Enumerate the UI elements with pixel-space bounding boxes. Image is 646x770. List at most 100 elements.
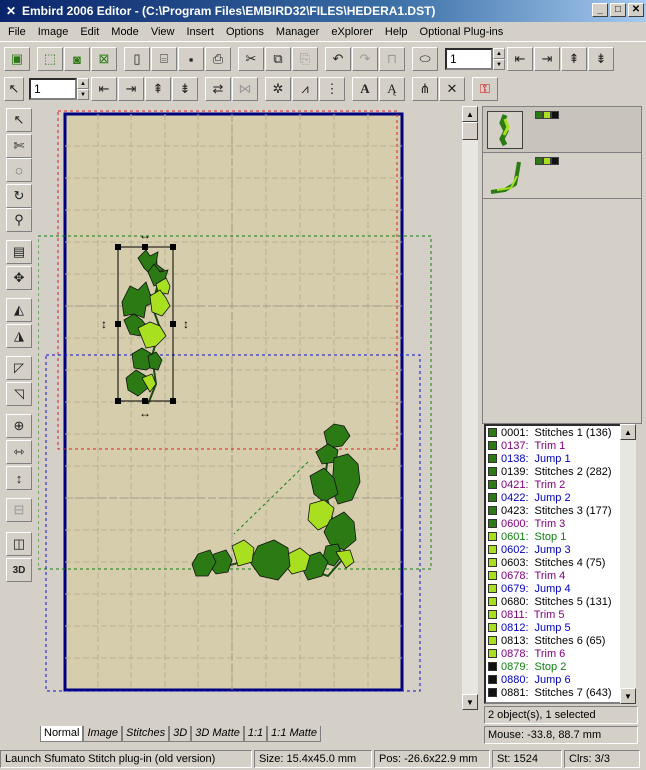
color-list-item[interactable]: 0813: Stitches 6 (65) — [486, 634, 634, 647]
camera-stitch-icon[interactable]: ◙ — [64, 47, 90, 71]
color-list-item[interactable]: 0812: Jump 5 — [486, 621, 634, 634]
stitch-spinner[interactable]: 1 ▲ ▼ — [445, 48, 505, 70]
step-forward-icon[interactable]: ⇥ — [534, 47, 560, 71]
color-list-item[interactable]: 0881: Stitches 7 (643) — [486, 686, 634, 699]
color-scroll-down-icon[interactable]: ▼ — [620, 688, 636, 704]
color-list-item[interactable]: 0001: Stitches 1 (136) — [486, 426, 634, 439]
color-list-item[interactable]: 0603: Stitches 4 (75) — [486, 556, 634, 569]
up-icon[interactable]: ⇞ — [145, 77, 171, 101]
center-horizontal-icon[interactable]: ⇿ — [6, 440, 32, 464]
color-scroll-up-icon[interactable]: ▲ — [620, 424, 636, 440]
scroll-thumb[interactable] — [462, 122, 478, 140]
color-list-item[interactable]: 0602: Jump 3 — [486, 543, 634, 556]
color-list-item[interactable]: 0680: Stitches 5 (131) — [486, 595, 634, 608]
cut-icon[interactable]: ✂ — [238, 47, 264, 71]
3d-icon[interactable]: 3D — [6, 558, 32, 582]
save-icon[interactable]: ▪ — [178, 47, 204, 71]
center-icon[interactable]: ⊕ — [6, 414, 32, 438]
resize-handle-right-icon[interactable]: ↕ — [183, 317, 189, 331]
color-list-scrollbar[interactable]: ▲ ▼ — [620, 424, 636, 704]
branch-icon[interactable]: ⋔ — [412, 77, 438, 101]
spin-down-icon[interactable]: ▼ — [493, 59, 505, 70]
color-list-item[interactable]: 0421: Trim 2 — [486, 478, 634, 491]
menu-help[interactable]: Help — [379, 26, 414, 38]
color-list-item[interactable]: 0137: Trim 1 — [486, 439, 634, 452]
menu-manager[interactable]: Manager — [270, 26, 325, 38]
rotate-left-icon[interactable]: ◸ — [6, 356, 32, 380]
redo-icon[interactable]: ↷ — [352, 47, 378, 71]
close-button[interactable]: ✕ — [628, 3, 644, 17]
menu-insert[interactable]: Insert — [180, 26, 220, 38]
color-list-item[interactable]: 0879: Stop 2 — [486, 660, 634, 673]
key-icon[interactable]: ⚿ — [472, 77, 498, 101]
new-file-icon[interactable]: ▯ — [124, 47, 150, 71]
first-icon[interactable]: ⇤ — [91, 77, 117, 101]
scissors-cross-icon[interactable]: ✕ — [439, 77, 465, 101]
menu-options[interactable]: Options — [220, 26, 270, 38]
minimize-button[interactable]: _ — [592, 3, 608, 17]
zoom-icon[interactable]: ⚲ — [6, 208, 32, 232]
density-icon[interactable]: ⋮ — [319, 77, 345, 101]
page-icon[interactable]: ▤ — [6, 240, 32, 264]
move-icon[interactable]: ✥ — [6, 266, 32, 290]
tab-image[interactable]: Image — [83, 726, 123, 742]
color-spinner-value[interactable]: 1 — [29, 78, 77, 100]
print-icon[interactable]: ⎙ — [205, 47, 231, 71]
color-list-item[interactable]: 0880: Jump 6 — [486, 673, 634, 686]
green-stitch-icon[interactable]: ▣ — [4, 47, 30, 71]
color-list-item[interactable]: 0678: Trim 4 — [486, 569, 634, 582]
menu-file[interactable]: File — [2, 26, 32, 38]
hoop-view-icon[interactable]: ◫ — [6, 532, 32, 556]
maximize-button[interactable]: □ — [610, 3, 626, 17]
rotate-icon[interactable]: ↻ — [6, 184, 32, 208]
color-spinner[interactable]: 1 ▲ ▼ — [29, 78, 89, 100]
rotate-right-icon[interactable]: ◹ — [6, 382, 32, 406]
object-item-2[interactable] — [483, 153, 641, 199]
tab-3d[interactable]: 3D — [169, 726, 192, 742]
step-back-icon[interactable]: ⇤ — [507, 47, 533, 71]
tab-stitches[interactable]: Stitches — [122, 726, 170, 742]
spin2-up-icon[interactable]: ▲ — [77, 78, 89, 89]
menu-optional-plugins[interactable]: Optional Plug-ins — [414, 26, 510, 38]
color-list-item[interactable]: 0600: Trim 3 — [486, 517, 634, 530]
copy-icon[interactable]: ⧉ — [265, 47, 291, 71]
tab-1-1[interactable]: 1:1 — [243, 726, 268, 742]
select-stitch-icon[interactable]: ⬚ — [37, 47, 63, 71]
text-edit-icon[interactable]: Ą — [379, 77, 405, 101]
color-list-item[interactable]: 0138: Jump 1 — [486, 452, 634, 465]
menu-mode[interactable]: Mode — [105, 26, 145, 38]
resize-handle-left-icon[interactable]: ↕ — [101, 317, 107, 331]
resize-handle-top-icon[interactable]: ↔ — [139, 228, 151, 242]
resize-handle-bottom-icon[interactable]: ↔ — [139, 406, 151, 420]
open-file-icon[interactable]: ⌸ — [151, 47, 177, 71]
zigzag-icon[interactable]: ⩘ — [292, 77, 318, 101]
lasso-icon[interactable]: ✄ — [6, 134, 32, 158]
pointer-icon[interactable]: ↖ — [6, 108, 32, 132]
color-sequence-list[interactable]: 0001: Stitches 1 (136) 0137: Trim 1 0138: Jum… — [484, 424, 636, 704]
step-end-icon[interactable]: ⇟ — [588, 47, 614, 71]
menu-image[interactable]: Image — [32, 26, 75, 38]
undo-icon[interactable]: ↶ — [325, 47, 351, 71]
color-list-item[interactable]: 0601: Stop 1 — [486, 530, 634, 543]
hoop-icon[interactable]: ⬭ — [412, 47, 438, 71]
step-up-icon[interactable]: ⇞ — [561, 47, 587, 71]
tab-1-1-matte[interactable]: 1:1 Matte — [267, 726, 322, 742]
spin-up-icon[interactable]: ▲ — [493, 48, 505, 59]
sequence-icon[interactable]: ⇄ — [205, 77, 231, 101]
color-list-item[interactable]: 0811: Trim 5 — [486, 608, 634, 621]
color-list-item[interactable]: 0878: Trim 6 — [486, 647, 634, 660]
canvas-vertical-scrollbar[interactable]: ▲ ▼ — [462, 106, 478, 710]
design-canvas[interactable]: ↔ ↔ ↕ ↕ — [38, 106, 462, 722]
object-item-1[interactable] — [483, 107, 641, 153]
scroll-down-icon[interactable]: ▼ — [462, 694, 478, 710]
tab-3d-matte[interactable]: 3D Matte — [191, 726, 244, 742]
tab-normal[interactable]: Normal — [40, 726, 84, 742]
color-list-item[interactable]: 0679: Jump 4 — [486, 582, 634, 595]
mirror-vertical-icon[interactable]: ◮ — [6, 324, 32, 348]
delete-stitch-icon[interactable]: ⊠ — [91, 47, 117, 71]
pointer-small-icon[interactable]: ↖ — [4, 77, 24, 101]
menu-explorer[interactable]: eXplorer — [325, 26, 379, 38]
merge-icon[interactable]: ⊓ — [379, 47, 405, 71]
scroll-up-icon[interactable]: ▲ — [462, 106, 478, 122]
spinner-value[interactable]: 1 — [445, 48, 493, 70]
